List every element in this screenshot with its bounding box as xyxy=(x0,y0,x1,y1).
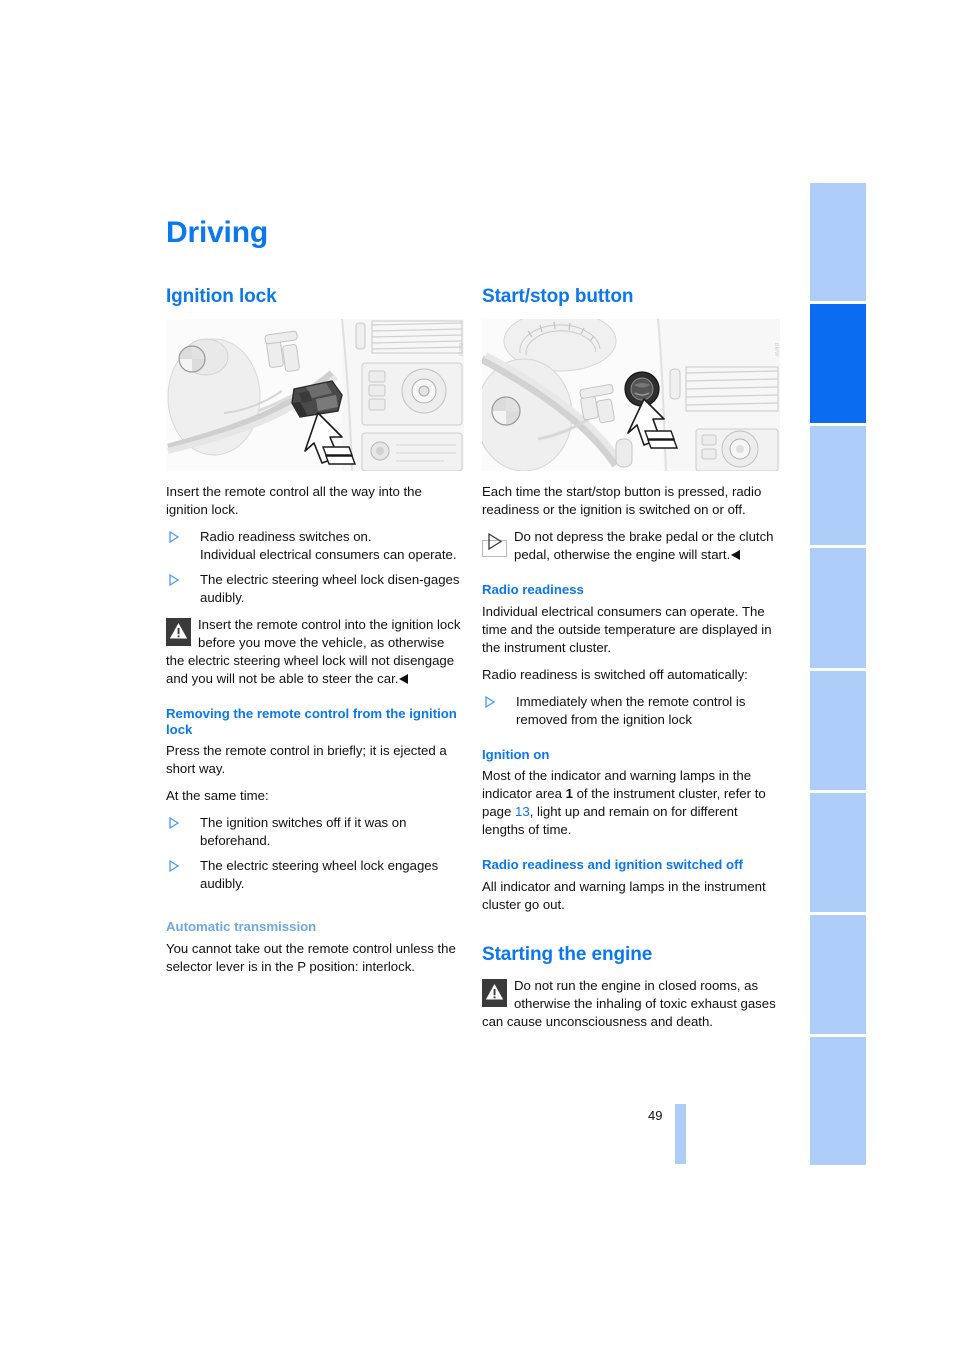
list-item-line-2: Individual electrical consumers can oper… xyxy=(200,547,457,563)
list-item-text: The ignition switches off if it was on b… xyxy=(200,815,407,849)
warning-text: Insert the remote control into the ignit… xyxy=(166,616,461,686)
page-content: Driving Ignition lock BMW Insert the rem… xyxy=(166,218,780,1040)
list-item: The electric steering wheel lock disen-­… xyxy=(166,571,464,607)
note-notice-start-stop: Do not depress the brake pedal or the cl… xyxy=(482,528,780,564)
warning-triangle-icon xyxy=(166,617,191,646)
figure-ignition-lock: BMW xyxy=(166,319,464,472)
warning-text: Do not run the engine in closed rooms, a… xyxy=(482,978,776,1030)
list-item: Immediately when the remote control is r… xyxy=(482,693,780,729)
ignition-lock-bullet-list: Radio readiness switches on. Individual … xyxy=(166,528,464,607)
ignition-on-text: Most of the indicator and warning lamps … xyxy=(482,767,780,839)
start-stop-intro: Each time the start/stop button is press… xyxy=(482,484,762,518)
section-heading-starting-the-engine: Starting the engine xyxy=(482,944,653,966)
figure-watermark: BMW xyxy=(773,343,779,357)
page-number: 49 xyxy=(648,1108,663,1123)
figure-watermark: BMW xyxy=(457,343,463,357)
radio-readiness-text: Individual electrical consumers can oper… xyxy=(482,603,772,655)
right-column: Start/stop button BMW Each time the star… xyxy=(482,286,780,1040)
radio-readiness-bullet-list: Immediately when the remote control is r… xyxy=(482,693,780,729)
tab-communications[interactable]: Communications xyxy=(810,793,866,915)
subheading-radio-ignition-switched-off: Radio readiness and ignition switched of… xyxy=(482,857,743,873)
tab-entertainment[interactable]: Entertainment xyxy=(810,671,866,793)
at-the-same-time-text: At the same time: xyxy=(166,788,269,804)
tab-at-a-glance[interactable]: At a glance xyxy=(810,183,866,304)
list-item-text: Immediately when the remote control is r… xyxy=(516,693,746,727)
indicator-area-number: 1 xyxy=(565,786,573,802)
blue-triangle-bullet-icon xyxy=(169,860,180,873)
chapter-tab-rail: At a glance Controls Driving tips Naviga… xyxy=(810,183,866,1168)
manual-page: At a glance Controls Driving tips Naviga… xyxy=(0,0,954,1351)
subheading-radio-readiness: Radio readiness xyxy=(482,582,584,598)
warning-notice-ignition-lock: Insert the remote control into the ignit… xyxy=(166,616,464,688)
list-item-text: The electric steering wheel lock disen-­… xyxy=(200,572,460,606)
list-item-line-1: Radio readiness switches on. xyxy=(200,529,372,545)
page-reference-link[interactable]: 13 xyxy=(515,804,530,819)
left-column: Ignition lock BMW Insert the remote cont… xyxy=(166,286,464,1040)
warning-notice-starting-engine: Do not run the engine in closed rooms, a… xyxy=(482,977,780,1031)
tab-navigation[interactable]: Navigation xyxy=(810,548,866,671)
radio-auto-off-text: Radio readiness is switched off automati… xyxy=(482,666,748,682)
black-triangle-endmark-icon xyxy=(399,673,409,684)
ignition-lock-intro: Insert the remote control all the way in… xyxy=(166,484,422,518)
tab-driving-tips[interactable]: Driving tips xyxy=(810,426,866,548)
warning-triangle-icon xyxy=(482,979,507,1008)
blue-triangle-bullet-icon xyxy=(485,695,496,708)
section-heading-ignition-lock: Ignition lock xyxy=(166,286,277,307)
blue-triangle-bullet-icon xyxy=(169,573,180,587)
automatic-transmission-text: You cannot take out the remote control u… xyxy=(166,941,456,974)
black-triangle-endmark-icon xyxy=(731,550,741,561)
list-item-text: The electric steering wheel lock engages… xyxy=(200,858,439,892)
tab-mobility[interactable]: Mobility xyxy=(810,915,866,1037)
tab-controls[interactable]: Controls xyxy=(810,304,866,426)
section-heading-start-stop-button: Start/stop button xyxy=(482,286,634,307)
blue-triangle-bullet-icon xyxy=(169,817,180,830)
note-play-triangle-icon xyxy=(482,530,507,558)
page-number-bar xyxy=(675,1104,686,1164)
tab-reference[interactable]: Reference xyxy=(810,1037,866,1165)
removing-bullet-list: The ignition switches off if it was on b… xyxy=(166,814,464,893)
list-item: Radio readiness switches on. Individual … xyxy=(166,528,464,564)
blue-triangle-bullet-icon xyxy=(169,530,180,544)
subheading-removing-remote-control: Removing the remote control from the ign… xyxy=(166,705,457,737)
subheading-automatic-transmission: Automatic transmission xyxy=(166,919,317,935)
subheading-ignition-on: Ignition on xyxy=(482,746,550,762)
list-item: The ignition switches off if it was on b… xyxy=(166,814,464,850)
removing-remote-control-text: Press the remote control in briefly; it … xyxy=(166,743,447,777)
list-item: The electric steering wheel lock engages… xyxy=(166,857,464,893)
page-title: Driving xyxy=(166,216,268,249)
figure-start-stop-button: BMW xyxy=(482,319,780,472)
switched-off-text: All indicator and warning lamps in the i… xyxy=(482,879,766,913)
